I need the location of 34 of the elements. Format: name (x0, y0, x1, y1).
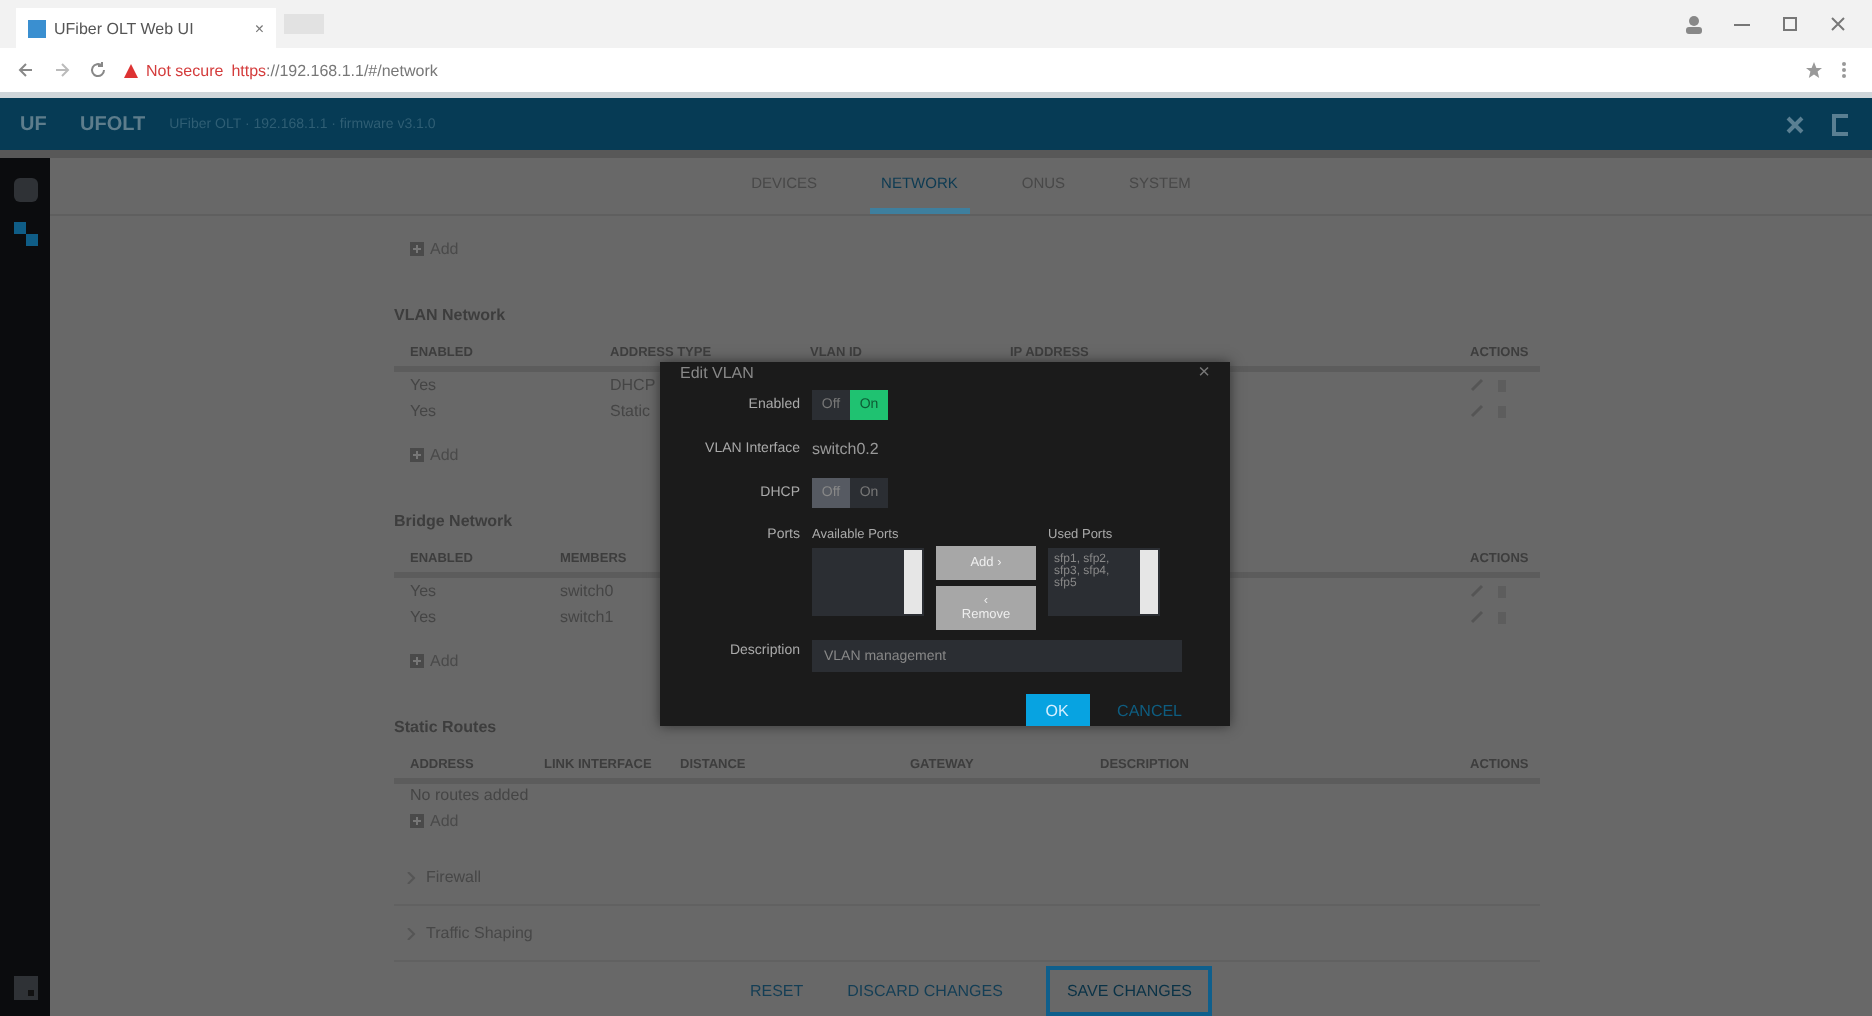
menu-icon[interactable] (1840, 60, 1848, 80)
scrollbar[interactable] (1140, 550, 1158, 614)
available-ports-list[interactable] (812, 548, 924, 616)
user-icon[interactable] (1684, 14, 1704, 34)
back-icon[interactable] (16, 60, 36, 80)
star-icon[interactable] (1804, 60, 1824, 80)
dialog-title: Edit VLAN (680, 364, 754, 382)
browser-tab[interactable]: UFiber OLT Web UI × (16, 8, 276, 48)
tab-title: UFiber OLT Web UI (54, 19, 196, 37)
tab-close-button[interactable]: × (254, 19, 264, 37)
discard-button[interactable]: DISCARD CHANGES (847, 981, 1003, 999)
plus-icon (410, 814, 424, 828)
save-button[interactable]: SAVE CHANGES (1046, 965, 1212, 1015)
close-icon[interactable] (1828, 14, 1848, 34)
cancel-button[interactable]: CANCEL (1117, 701, 1182, 719)
ok-button[interactable]: OK (1025, 694, 1090, 726)
scrollbar[interactable] (904, 550, 922, 614)
plus-icon (410, 448, 424, 462)
maximize-icon[interactable] (1780, 14, 1800, 34)
reload-icon[interactable] (88, 60, 108, 80)
security-warning: Not secure (146, 61, 224, 79)
logo: UF (20, 113, 49, 135)
address-bar[interactable]: Not secure https://192.168.1.1/#/network (124, 54, 1788, 86)
plus-icon (410, 654, 424, 668)
field-value: switch0.2 (812, 439, 879, 457)
forward-icon[interactable] (52, 60, 72, 80)
close-button[interactable]: × (1198, 362, 1210, 384)
url-path: ://192.168.1.1/#/network (266, 61, 438, 79)
reset-button[interactable]: RESET (749, 981, 804, 999)
url-scheme: https (231, 61, 267, 79)
page-icon (28, 19, 46, 37)
warning-icon (124, 63, 138, 77)
app-title: UFOLT (80, 113, 146, 135)
plus-icon (410, 242, 424, 256)
